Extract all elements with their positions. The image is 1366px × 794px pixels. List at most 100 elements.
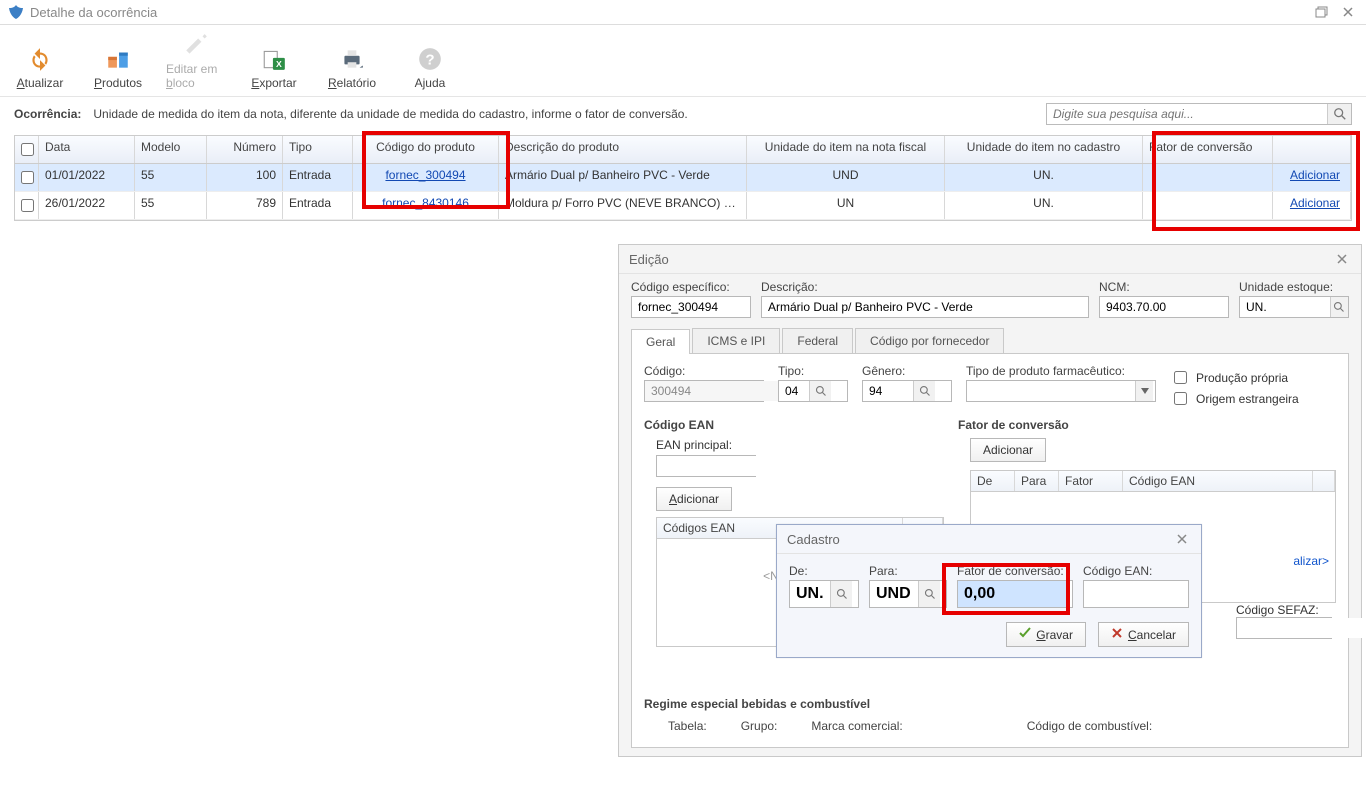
check-icon — [1019, 628, 1031, 642]
label: Para: — [869, 564, 947, 578]
group-title: Código EAN — [644, 418, 944, 432]
cell-data: 26/01/2022 — [39, 192, 135, 219]
cell-modelo: 55 — [135, 164, 207, 191]
atualizar-button[interactable]: Atualizar — [10, 45, 70, 90]
lookup-button[interactable] — [830, 581, 852, 607]
produtos-button[interactable]: Produtos — [88, 45, 148, 90]
row-checkbox[interactable] — [21, 199, 34, 212]
lookup-button[interactable] — [918, 581, 940, 607]
label: Fator de conversão: — [957, 564, 1073, 578]
grid-header[interactable]: Número — [207, 136, 283, 163]
row-checkbox[interactable] — [21, 171, 34, 184]
tab-federal[interactable]: Federal — [782, 328, 853, 353]
para-input[interactable] — [870, 581, 918, 607]
cancel-icon — [1111, 628, 1123, 642]
grid-header[interactable]: Descrição do produto — [499, 136, 747, 163]
cadastro-modal: Cadastro De: Para: Fator de conversão: C… — [776, 524, 1202, 658]
cell-tipo: Entrada — [283, 192, 353, 219]
subgrid-header: Para — [1015, 471, 1059, 491]
occurrence-label: Ocorrência: — [14, 107, 81, 121]
printer-icon — [338, 45, 366, 73]
grid-header[interactable]: Tipo — [283, 136, 353, 163]
label: Código EAN: — [1083, 564, 1189, 578]
modal-title: Cadastro — [787, 532, 1173, 547]
tipo-input[interactable] — [779, 381, 809, 401]
codigo-especifico-input[interactable] — [632, 297, 750, 317]
svg-text:X: X — [276, 59, 282, 69]
grid-checkbox-header[interactable] — [15, 136, 39, 163]
grid-header[interactable]: Modelo — [135, 136, 207, 163]
lookup-button[interactable] — [913, 381, 935, 401]
cell-und-cad: UN. — [945, 192, 1143, 219]
magnifier-icon — [1333, 301, 1345, 313]
descricao-input[interactable] — [762, 297, 1088, 317]
ncm-input[interactable] — [1100, 297, 1228, 317]
table-row[interactable]: 26/01/2022 55 789 Entrada fornec_8430146… — [15, 192, 1351, 220]
cell-und-nota: UND — [747, 164, 945, 191]
tab-icms-ipi[interactable]: ICMS e IPI — [692, 328, 780, 353]
toolbar-label: Relatório — [328, 76, 376, 90]
occurrence-bar: Ocorrência: Unidade de medida do item da… — [0, 97, 1366, 135]
label: Tipo: — [778, 364, 848, 378]
grid-header[interactable]: Data — [39, 136, 135, 163]
adicionar-link[interactable]: Adicionar — [1290, 168, 1340, 182]
product-code-link[interactable]: fornec_8430146 — [382, 196, 469, 210]
tab-codigo-fornec[interactable]: Código por fornecedor — [855, 328, 1004, 353]
close-icon — [1176, 533, 1188, 545]
editor-close-button[interactable] — [1333, 251, 1351, 267]
codigo-ean-input[interactable] — [1084, 581, 1188, 607]
label: Código: — [644, 364, 764, 378]
search-button[interactable] — [1327, 104, 1351, 124]
table-row[interactable]: 01/01/2022 55 100 Entrada fornec_300494 … — [15, 164, 1351, 192]
restore-button[interactable] — [1312, 4, 1332, 20]
toolbar-label: Exportar — [251, 76, 296, 90]
adicionar-link[interactable]: Adicionar — [1290, 196, 1340, 210]
grid-header[interactable]: Unidade do item na nota fiscal — [747, 136, 945, 163]
cancelar-button[interactable]: Cancelar — [1098, 622, 1189, 647]
editor-panel: Edição Código específico: Descrição: NCM… — [618, 244, 1362, 757]
exportar-button[interactable]: X Exportar — [244, 45, 304, 90]
grid-header-blank — [1273, 136, 1351, 163]
magnifier-icon — [1333, 107, 1347, 121]
editor-tabs: Geral ICMS e IPI Federal Código por forn… — [631, 328, 1349, 354]
help-icon: ? — [416, 45, 444, 73]
adicionar-fator-button[interactable]: Adicionar — [970, 438, 1046, 462]
editor-titlebar: Edição — [619, 245, 1361, 274]
search-input[interactable] — [1047, 104, 1327, 124]
cell-modelo: 55 — [135, 192, 207, 219]
subgrid-header: Fator — [1059, 471, 1123, 491]
unidade-estoque-input[interactable] — [1240, 297, 1330, 317]
origem-estrangeira-checkbox[interactable] — [1174, 392, 1187, 405]
grid-header[interactable]: Fator de conversão — [1143, 136, 1273, 163]
grid-header[interactable]: Unidade do item no cadastro — [945, 136, 1143, 163]
label: Descrição: — [761, 280, 1089, 294]
tab-geral[interactable]: Geral — [631, 329, 690, 354]
lookup-button[interactable] — [809, 381, 831, 401]
produto-farmaceutico-select[interactable] — [967, 381, 1135, 401]
dropdown-button[interactable] — [1135, 381, 1153, 401]
label: Código de combustível: — [1027, 719, 1152, 733]
cell-und-nota: UN — [747, 192, 945, 219]
label: Origem estrangeira — [1196, 392, 1299, 406]
de-input[interactable] — [790, 581, 830, 607]
product-code-link[interactable]: fornec_300494 — [385, 168, 465, 182]
fator-conversao-input[interactable] — [958, 581, 1070, 607]
producao-propria-checkbox[interactable] — [1174, 371, 1187, 384]
close-button[interactable] — [1338, 4, 1358, 20]
relatorio-button[interactable]: Relatório — [322, 45, 382, 90]
cell-numero: 100 — [207, 164, 283, 191]
lookup-button[interactable] — [1330, 297, 1348, 317]
label: Produção própria — [1196, 371, 1288, 385]
ean-principal-input[interactable] — [657, 456, 824, 476]
gravar-button[interactable]: Gravar — [1006, 622, 1086, 647]
modal-close-button[interactable] — [1173, 531, 1191, 547]
adicionar-ean-button[interactable]: Adicionar — [656, 487, 732, 511]
ajuda-button[interactable]: ? Ajuda — [400, 45, 460, 90]
grid-header-row: Data Modelo Número Tipo Código do produt… — [15, 136, 1351, 164]
label: Código SEFAZ: — [1236, 603, 1319, 617]
grid-header[interactable]: Código do produto — [353, 136, 499, 163]
editar-bloco-button: Editar em bloco — [166, 31, 226, 90]
cell-data: 01/01/2022 — [39, 164, 135, 191]
genero-input[interactable] — [863, 381, 913, 401]
codigo-sefaz-input[interactable] — [1237, 618, 1366, 638]
